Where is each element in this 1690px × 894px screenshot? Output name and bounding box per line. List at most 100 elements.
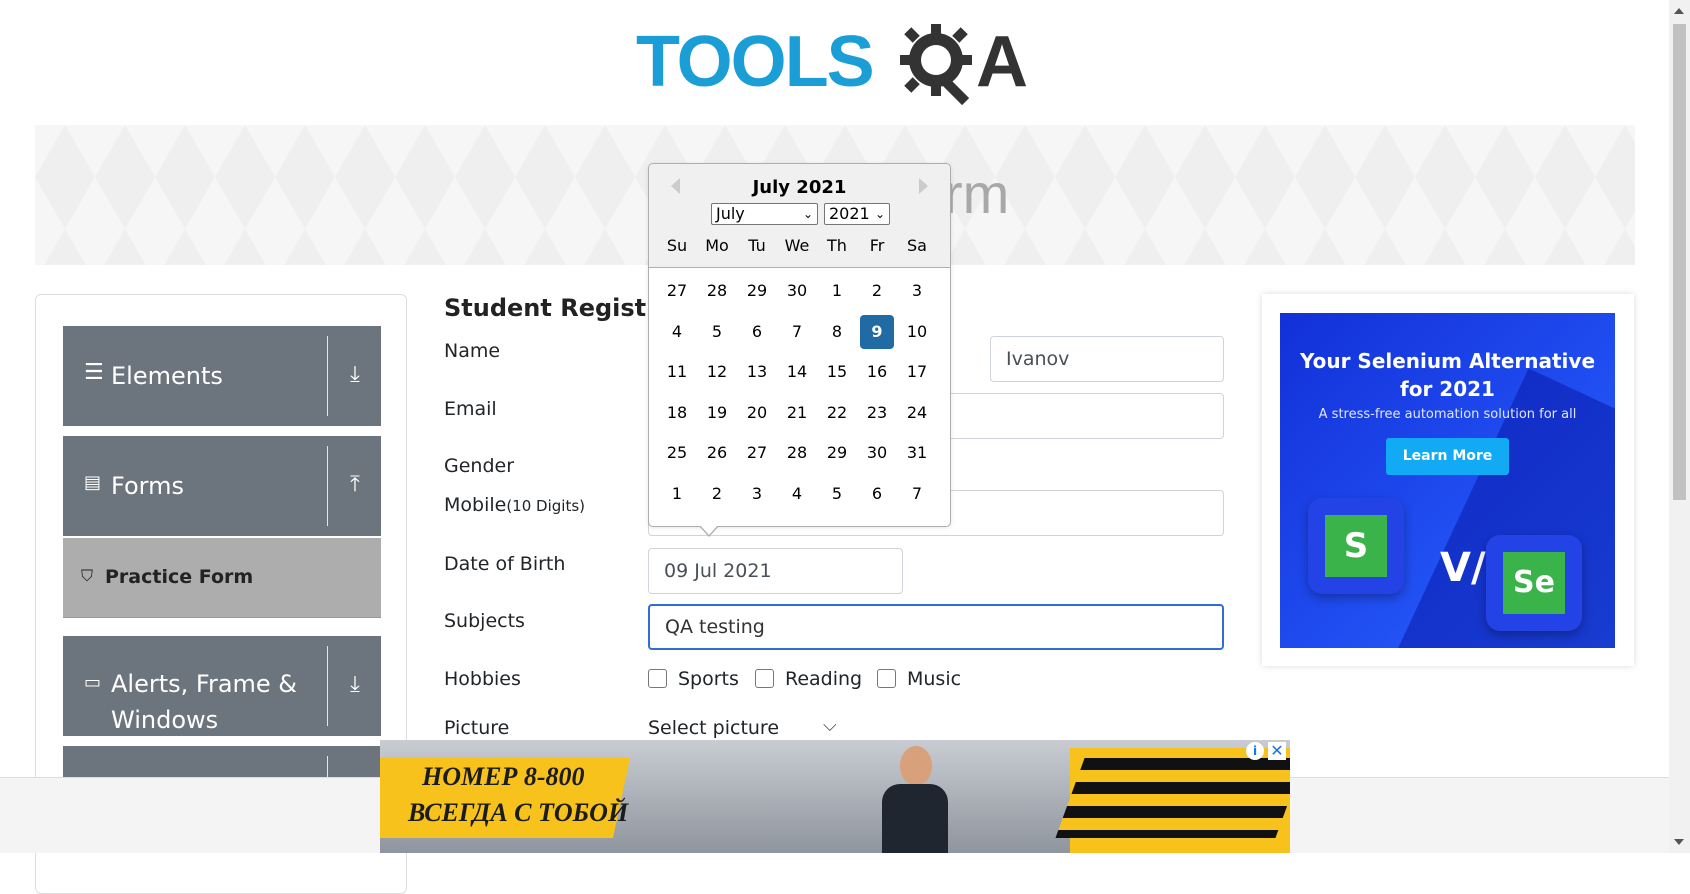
checkbox-label: Sports [678, 668, 739, 690]
ad-line2: ВСЕГДА С ТОБОЙ [408, 798, 629, 827]
chevron-down-icon: ⌄ [874, 207, 885, 221]
datepicker-day[interactable]: 6 [860, 477, 894, 511]
datepicker-day[interactable]: 5 [820, 477, 854, 511]
ad-truck-stripes [1055, 758, 1290, 838]
dob-input[interactable]: 09 Jul 2021 [648, 548, 903, 594]
datepicker-day[interactable]: 16 [860, 355, 894, 389]
datepicker-day[interactable]: 25 [660, 436, 694, 470]
logo-text-a: A [976, 22, 1028, 102]
subjects-label: Subjects [444, 610, 525, 632]
datepicker-day[interactable]: 28 [700, 274, 734, 308]
ad-panel: Your Selenium Alternative for 2021 A str… [1262, 294, 1634, 666]
datepicker-day[interactable]: 6 [740, 315, 774, 349]
sidebar-group-label: Forms [111, 472, 184, 500]
month-select-value: July [716, 204, 745, 223]
datepicker-day[interactable]: 31 [900, 436, 934, 470]
year-select[interactable]: 2021 ⌄ [824, 203, 890, 225]
datepicker-day[interactable]: 27 [740, 436, 774, 470]
month-select[interactable]: July ⌄ [711, 203, 818, 225]
datepicker-day[interactable]: 1 [660, 477, 694, 511]
checkbox-box[interactable] [648, 669, 667, 688]
datepicker-day[interactable]: 28 [780, 436, 814, 470]
datepicker-day[interactable]: 27 [660, 274, 694, 308]
day-name: Sa [907, 236, 927, 255]
selenium-ad[interactable]: Your Selenium Alternative for 2021 A str… [1280, 313, 1615, 648]
hobbies-label: Hobbies [444, 668, 521, 690]
datepicker-day[interactable]: 5 [700, 315, 734, 349]
datepicker-day[interactable]: 15 [820, 355, 854, 389]
datepicker-day[interactable]: 30 [780, 274, 814, 308]
datepicker-pointer [699, 525, 719, 537]
picture-select-label: Select picture [648, 717, 780, 739]
gear-icon [900, 24, 972, 106]
ad-headline-line1: Your Selenium Alternative [1299, 349, 1596, 373]
datepicker-month-title: July 2021 [752, 177, 847, 198]
checkbox-box[interactable] [877, 669, 896, 688]
datepicker-day[interactable]: 10 [900, 315, 934, 349]
datepicker-day[interactable]: 20 [740, 396, 774, 430]
scroll-down-icon[interactable] [1674, 839, 1684, 845]
learn-more-button[interactable]: Learn More [1386, 438, 1509, 475]
datepicker-day[interactable]: 11 [660, 355, 694, 389]
datepicker-day[interactable]: 29 [820, 436, 854, 470]
last-name-input[interactable]: Ivanov [990, 336, 1224, 382]
datepicker-day[interactable]: 18 [660, 396, 694, 430]
datepicker-day[interactable]: 13 [740, 355, 774, 389]
mobile-hint: (10 Digits) [506, 497, 585, 515]
datepicker-day[interactable]: 7 [900, 477, 934, 511]
datepicker-day[interactable]: 4 [660, 315, 694, 349]
datepicker-day[interactable]: 24 [900, 396, 934, 430]
sidebar-group-forms[interactable]: ▤ Forms ⤒ [63, 436, 381, 536]
page-scrollbar[interactable] [1669, 0, 1690, 853]
datepicker-day[interactable]: 2 [700, 477, 734, 511]
datepicker-day[interactable]: 30 [860, 436, 894, 470]
upload-icon: ⤒ [350, 472, 360, 497]
datepicker-day[interactable]: 2 [860, 274, 894, 308]
datepicker-day[interactable]: 26 [700, 436, 734, 470]
datepicker-day[interactable]: 23 [860, 396, 894, 430]
ad-person-head [900, 746, 932, 786]
katalon-logo: S [1325, 515, 1387, 577]
datepicker-popup: July 2021 July ⌄ 2021 ⌄ Su Mo Tu We Th Fr Sa 2… [648, 163, 951, 537]
logo-text-tools: TOOLS [636, 22, 875, 102]
divider [327, 646, 328, 726]
ad-person-image [880, 746, 950, 853]
datepicker-day[interactable]: 19 [700, 396, 734, 430]
sidebar-group-label: Elements [111, 362, 223, 390]
datepicker-day[interactable]: 3 [900, 274, 934, 308]
sidebar-group-alerts[interactable]: ▭ Alerts, Frame & Windows ⤓ [63, 636, 381, 736]
scroll-up-icon[interactable] [1674, 8, 1684, 14]
ad-info-icon[interactable]: i [1246, 742, 1264, 760]
subjects-input[interactable]: QA testing [648, 604, 1224, 650]
datepicker-day[interactable]: 12 [700, 355, 734, 389]
datepicker-day[interactable]: 17 [900, 355, 934, 389]
datepicker-day[interactable]: 14 [780, 355, 814, 389]
scroll-thumb[interactable] [1673, 24, 1686, 500]
close-icon[interactable]: ✕ [1268, 742, 1286, 760]
selenium-tile: Se [1486, 535, 1582, 631]
ad-line1: НОМЕР 8-800 [422, 762, 585, 791]
day-name: Fr [869, 236, 885, 255]
toolsqa-logo[interactable]: TOOLS A [636, 18, 1036, 118]
dob-label: Date of Birth [444, 553, 566, 575]
datepicker-day[interactable]: 9 [860, 314, 894, 349]
checkbox-label: Reading [785, 668, 863, 690]
day-name: Th [827, 236, 847, 255]
sidebar-group-label: Alerts, Frame & [111, 670, 298, 698]
datepicker-day[interactable]: 3 [740, 477, 774, 511]
download-icon: ⤓ [350, 362, 360, 387]
picture-select[interactable]: Select picture ⌵ [648, 715, 837, 739]
bottom-ad-banner[interactable]: НОМЕР 8-800 ВСЕГДА С ТОБОЙ i ✕ [380, 740, 1290, 853]
datepicker-day[interactable]: 22 [820, 396, 854, 430]
datepicker-day[interactable]: 21 [780, 396, 814, 430]
divider [327, 336, 328, 416]
checkbox-box[interactable] [755, 669, 774, 688]
datepicker-day[interactable]: 8 [820, 315, 854, 349]
sidebar-item-practice-form[interactable]: ⛉ Practice Form [63, 538, 381, 618]
datepicker-day[interactable]: 7 [780, 315, 814, 349]
datepicker-day[interactable]: 29 [740, 274, 774, 308]
sidebar-group-label: Windows [111, 706, 219, 734]
datepicker-day[interactable]: 4 [780, 477, 814, 511]
sidebar-group-elements[interactable]: ☰ Elements ⤓ [63, 326, 381, 426]
datepicker-day[interactable]: 1 [820, 274, 854, 308]
